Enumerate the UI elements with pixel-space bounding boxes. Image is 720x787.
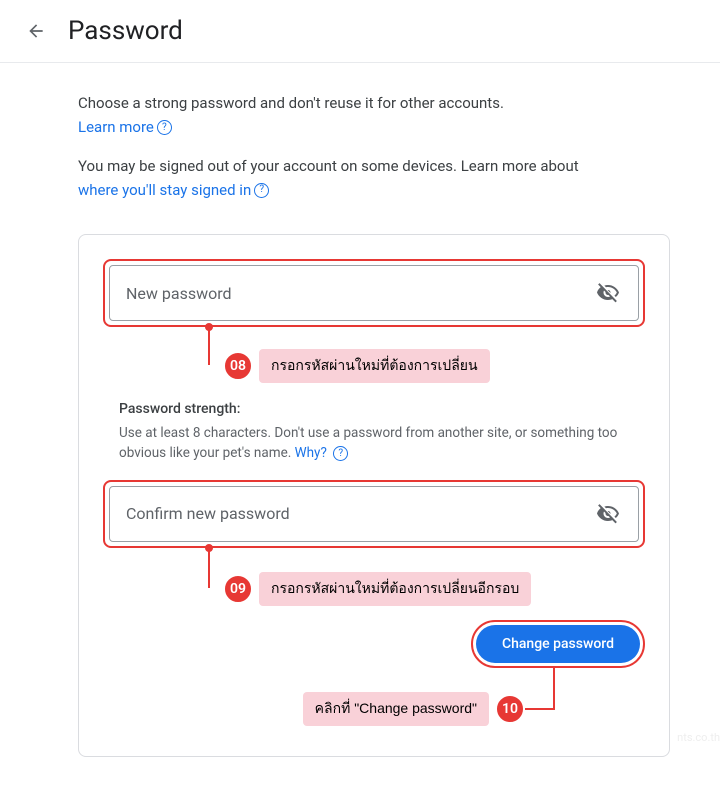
new-password-placeholder: New password [126,284,232,303]
visibility-off-icon[interactable] [596,281,620,305]
callout-highlight-08: New password [103,259,645,327]
callout-09-connector: 09 กรอกรหัสผ่านใหม่ที่ต้องการเปลี่ยนอีกร… [103,548,645,602]
change-password-button[interactable]: Change password [476,625,640,663]
confirm-password-placeholder: Confirm new password [126,504,290,523]
new-password-group: New password [109,265,639,321]
watermark: nts.co.th [677,731,720,744]
callout-text-09: กรอกรหัสผ่านใหม่ที่ต้องการเปลี่ยนอีกรอบ [259,572,531,606]
callout-badge-08: 08 [223,351,253,381]
callout-badge-10: 10 [495,694,525,724]
confirm-password-input[interactable]: Confirm new password [109,486,639,542]
page-header: Password [0,0,720,63]
visibility-off-icon[interactable] [596,502,620,526]
strength-title: Password strength: [119,401,629,417]
content-area: Choose a strong password and don't reuse… [0,63,720,202]
callout-text-10: คลิกที่ "Change password" [303,692,489,726]
callout-highlight-10: Change password [471,620,645,668]
help-icon: ? [333,446,348,461]
password-card: New password 08 กรอกรหัสผ่านใหม่ที่ต้องก… [78,234,670,757]
why-link[interactable]: Why? ? [295,445,349,461]
page-title: Password [68,16,183,46]
callout-10-connector: คลิกที่ "Change password" 10 [103,668,645,728]
learn-more-label: Learn more [78,118,154,136]
description-text-2: You may be signed out of your account on… [78,154,670,202]
strength-text: Use at least 8 characters. Don't use a p… [119,423,629,464]
help-icon: ? [157,120,172,135]
callout-text-08: กรอกรหัสผ่านใหม่ที่ต้องการเปลี่ยน [259,349,490,383]
back-arrow-icon[interactable] [24,19,48,43]
callout-highlight-09: Confirm new password [103,480,645,548]
callout-badge-09: 09 [223,574,253,604]
password-strength-section: Password strength: Use at least 8 charac… [119,401,629,464]
new-password-input[interactable]: New password [109,265,639,321]
description-text-1: Choose a strong password and don't reuse… [78,91,670,115]
signed-in-link[interactable]: where you'll stay signed in ? [78,178,269,202]
learn-more-link[interactable]: Learn more ? [78,118,172,136]
confirm-password-group: Confirm new password [109,486,639,542]
help-icon: ? [254,183,269,198]
callout-08-connector: 08 กรอกรหัสผ่านใหม่ที่ต้องการเปลี่ยน [103,327,645,379]
button-row: Change password [103,620,645,668]
